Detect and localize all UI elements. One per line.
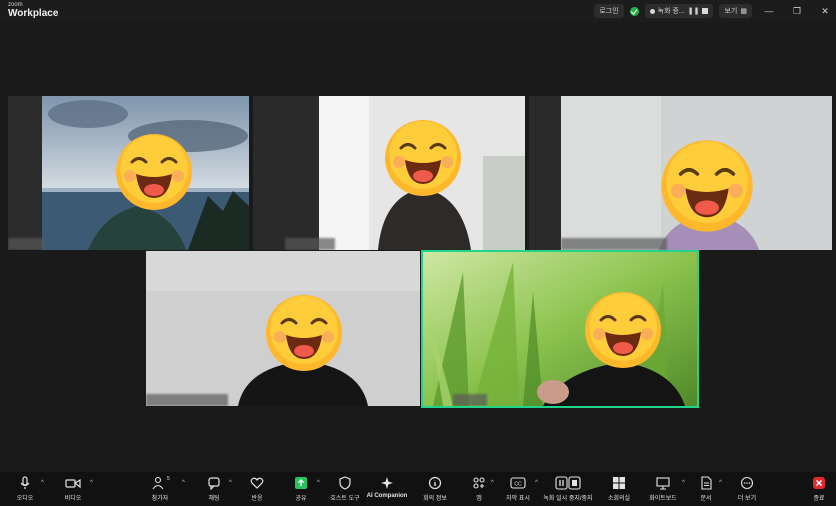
microphone-icon xyxy=(20,476,30,489)
pause-icon[interactable]: ❚❚ xyxy=(688,7,700,15)
participants-icon xyxy=(152,476,164,490)
breakout-rooms-icon xyxy=(613,477,625,489)
end-meeting-button[interactable]: 종료 xyxy=(807,476,831,502)
meeting-info-button[interactable]: 회의 정보 xyxy=(420,476,450,502)
participants-button[interactable]: 5 참가자 xyxy=(145,476,175,502)
whiteboard-options-caret-icon[interactable]: ^ xyxy=(682,480,685,486)
participant-name-tag xyxy=(8,238,44,250)
participants-label: 참가자 xyxy=(151,496,169,502)
apps-icon xyxy=(473,477,485,489)
close-button[interactable]: ✕ xyxy=(814,6,836,17)
breakout-rooms-button[interactable]: 소회의실 xyxy=(604,476,634,502)
share-button[interactable]: 공유 xyxy=(287,476,315,502)
audio-options-caret-icon[interactable]: ^ xyxy=(41,480,44,486)
chat-label: 채팅 xyxy=(208,496,220,502)
whiteboard-label: 화이트보드 xyxy=(649,496,677,502)
audio-button[interactable]: 오디오 xyxy=(10,476,40,502)
participant-name-tag xyxy=(285,238,335,250)
brand-name: Workplace xyxy=(8,8,59,19)
pause-stop-icon xyxy=(555,476,581,490)
end-label: 종료 xyxy=(813,496,825,502)
participant-name-tag xyxy=(561,238,667,250)
video-tile-4[interactable] xyxy=(146,251,420,406)
chat-button[interactable]: 채팅 xyxy=(200,476,228,502)
meeting-info-label: 회의 정보 xyxy=(423,496,447,502)
share-screen-icon xyxy=(295,477,307,489)
video-tile-5-active-speaker[interactable] xyxy=(421,250,699,408)
notes-options-caret-icon[interactable]: ^ xyxy=(719,480,722,486)
smiley-face-icon xyxy=(266,295,342,371)
more-icon xyxy=(740,476,754,490)
sparkle-icon xyxy=(381,477,393,489)
video-tile-3[interactable] xyxy=(529,96,832,250)
captions-options-caret-icon[interactable]: ^ xyxy=(535,480,538,486)
grid-view-icon: ▦ xyxy=(740,8,747,15)
participants-count: 5 xyxy=(167,476,170,482)
apps-options-caret-icon[interactable]: ^ xyxy=(491,480,494,486)
login-button[interactable]: 로그인 xyxy=(594,4,624,18)
chat-icon xyxy=(208,477,220,490)
video-tile-1[interactable] xyxy=(8,96,249,250)
notes-button[interactable]: 문서 xyxy=(694,476,718,502)
recording-indicator[interactable]: 녹화 중... ❚❚ xyxy=(644,4,714,18)
record-dot-icon xyxy=(649,8,655,14)
view-button[interactable]: 보기 ▦ xyxy=(719,4,752,18)
breakout-rooms-label: 소회의실 xyxy=(607,496,631,502)
record-control-label: 녹화 일시 중지/중지 xyxy=(543,496,593,502)
more-label: 더 보기 xyxy=(737,496,757,502)
svg-text:CC: CC xyxy=(514,482,522,488)
shield-icon xyxy=(339,476,351,490)
react-label: 반응 xyxy=(251,496,263,502)
ai-companion-button[interactable]: AI Companion xyxy=(366,476,408,499)
whiteboard-button[interactable]: 화이트보드 xyxy=(645,476,681,502)
record-control-button[interactable]: 녹화 일시 중지/중지 xyxy=(540,476,596,502)
video-options-caret-icon[interactable]: ^ xyxy=(90,480,93,486)
share-label: 공유 xyxy=(295,496,307,502)
participant-name-tag xyxy=(453,394,487,406)
title-bar: zoom Workplace 로그인 녹화 중... ❚❚ 보기 ▦ — ❐ ✕ xyxy=(0,0,836,22)
whiteboard-icon xyxy=(656,477,670,490)
share-options-caret-icon[interactable]: ^ xyxy=(317,480,320,486)
host-tools-button[interactable]: 호스트 도구 xyxy=(326,476,364,502)
audio-label: 오디오 xyxy=(16,496,34,502)
video-label: 비디오 xyxy=(64,496,82,502)
restore-button[interactable]: ❐ xyxy=(786,6,808,17)
end-close-icon xyxy=(813,477,825,489)
captions-label: 자막 표시 xyxy=(506,496,530,502)
apps-button[interactable]: 앱 xyxy=(468,476,490,502)
info-icon xyxy=(428,476,442,490)
ai-companion-label: AI Companion xyxy=(366,493,408,499)
login-label: 로그인 xyxy=(599,8,619,15)
closed-captions-icon: CC xyxy=(510,477,526,489)
smiley-face-icon xyxy=(385,120,461,196)
react-button[interactable]: 반응 xyxy=(243,476,271,502)
chat-options-caret-icon[interactable]: ^ xyxy=(229,480,232,486)
captions-button[interactable]: CC 자막 표시 xyxy=(503,476,533,502)
meeting-toolbar: 오디오 ^ 비디오 ^ 5 참가자 ^ 채팅 ^ 반응 공유 ^ 호스트 도구 … xyxy=(0,472,836,506)
video-tile-2[interactable] xyxy=(253,96,525,250)
participants-options-caret-icon[interactable]: ^ xyxy=(182,480,185,486)
video-camera-icon xyxy=(65,478,81,489)
stop-icon[interactable] xyxy=(702,8,709,14)
minimize-button[interactable]: — xyxy=(758,6,780,16)
security-shield-icon[interactable] xyxy=(629,6,639,16)
recording-label: 녹화 중... xyxy=(657,8,685,15)
smiley-face-icon xyxy=(585,292,661,368)
notes-label: 문서 xyxy=(700,496,712,502)
apps-label: 앱 xyxy=(476,496,482,502)
more-button[interactable]: 더 보기 xyxy=(733,476,761,502)
app-logo: zoom Workplace xyxy=(8,2,58,19)
host-tools-label: 호스트 도구 xyxy=(330,496,360,502)
document-icon xyxy=(701,476,712,490)
smiley-face-icon xyxy=(661,140,753,232)
heart-icon xyxy=(250,477,264,489)
smiley-face-icon xyxy=(116,134,192,210)
video-button[interactable]: 비디오 xyxy=(58,476,88,502)
participant-name-tag xyxy=(146,394,228,406)
view-label: 보기 xyxy=(724,8,738,15)
